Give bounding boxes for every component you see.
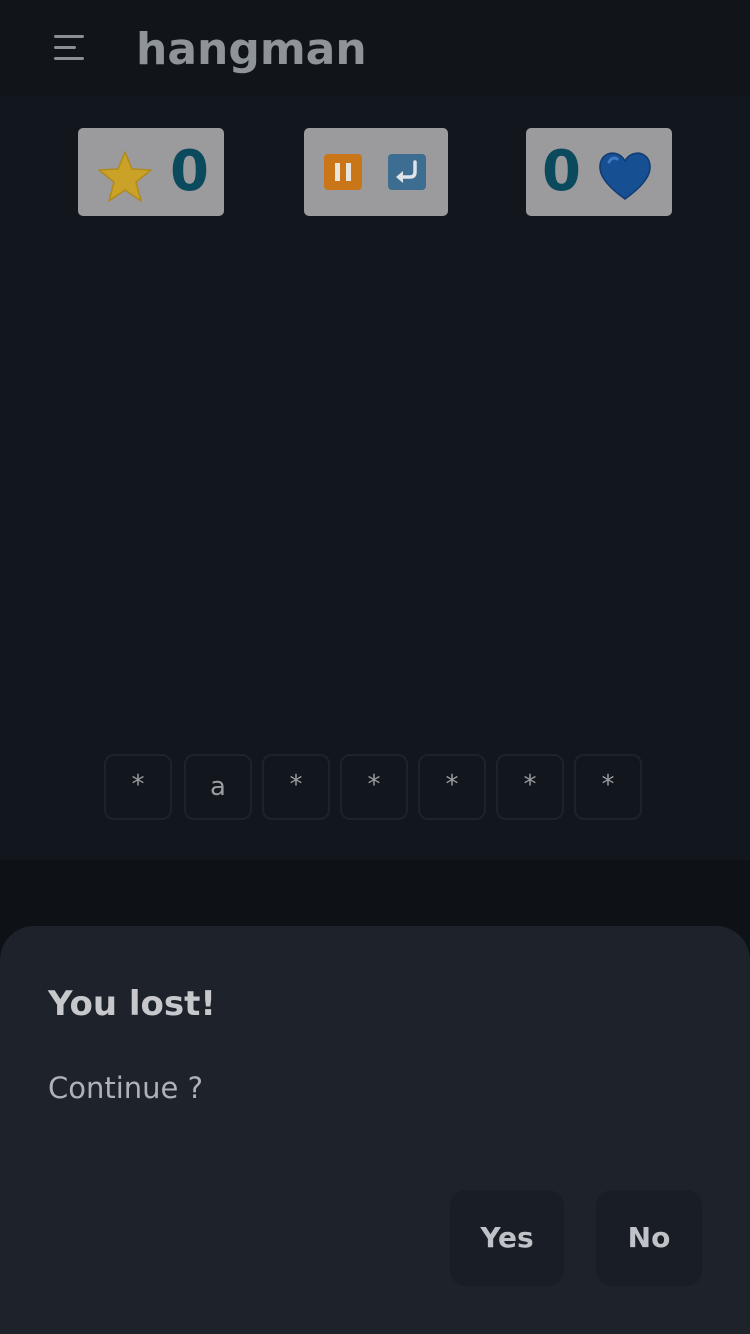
menu-button[interactable]: [40, 18, 100, 78]
letter-tile: *: [104, 754, 172, 820]
letter-tile: *: [574, 754, 642, 820]
game-over-dialog: You lost! Continue ? Yes No: [0, 926, 750, 1334]
undo-icon[interactable]: [388, 154, 426, 190]
menu-icon: [54, 35, 84, 60]
score-box: 0: [78, 128, 224, 216]
letter-tile: *: [496, 754, 564, 820]
lives-box: 0: [526, 128, 672, 216]
lives-value: 0: [542, 139, 581, 204]
dialog-title: You lost!: [48, 984, 216, 1024]
letter-tile: *: [340, 754, 408, 820]
game-area: 0 0 * a * * * * *: [0, 96, 750, 860]
dialog-message: Continue ?: [48, 1071, 204, 1105]
letter-tile: *: [418, 754, 486, 820]
game-controls: [304, 128, 448, 216]
word-display: * a * * * * *: [104, 754, 646, 822]
yes-button[interactable]: Yes: [450, 1190, 564, 1286]
app-title: hangman: [136, 24, 367, 75]
heart-icon: [599, 152, 651, 200]
pause-icon[interactable]: [324, 154, 362, 190]
letter-tile: a: [184, 754, 252, 820]
app-screen: hangman 0 0 * a * * * * * You lost! Cont…: [0, 0, 750, 1334]
app-bar: hangman: [0, 0, 750, 96]
score-value: 0: [170, 139, 209, 204]
letter-tile: *: [262, 754, 330, 820]
no-button[interactable]: No: [596, 1190, 702, 1286]
star-icon: [98, 151, 152, 202]
